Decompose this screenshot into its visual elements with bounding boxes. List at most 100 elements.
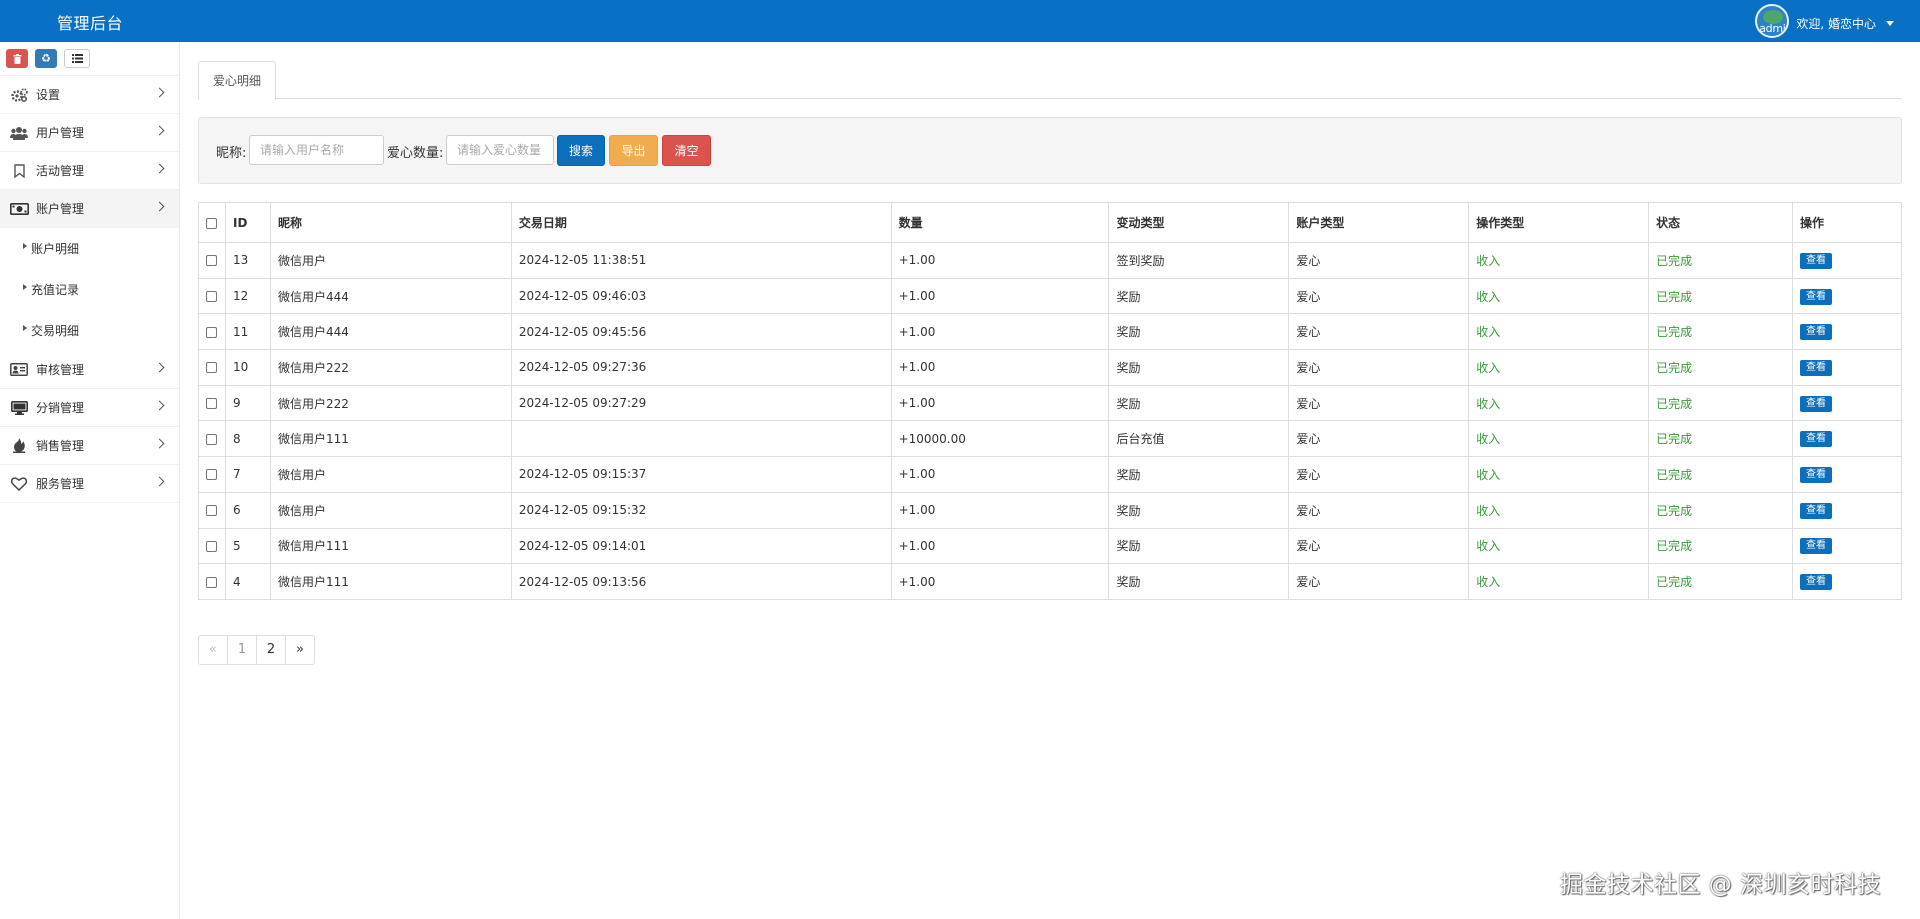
column-header-id[interactable]: ID <box>224 202 271 243</box>
table-row[interactable]: 13 微信用户 2024-12-05 11:38:51 +1.00 签到奖励 爱心 收入 已完… <box>198 242 1903 279</box>
table-header-row: ID 昵称 交易日期 数量 变动类型 账户类型 操作类型 状态 操作 <box>198 202 1903 243</box>
row-checkbox[interactable] <box>206 255 217 267</box>
pagination-page-2[interactable]: 2 <box>256 635 286 665</box>
pagination-next[interactable]: » <box>285 635 315 665</box>
row-checkbox[interactable] <box>206 398 217 410</box>
sidebar-item-label: 审核管理 <box>36 363 85 377</box>
cell-nickname: 微信用户222 <box>269 384 512 422</box>
cell-actions: 查看 <box>1791 527 1903 565</box>
chevron-down-icon[interactable] <box>1886 20 1894 26</box>
cell-status: 已完成 <box>1648 491 1793 529</box>
trash-button[interactable] <box>6 49 28 68</box>
view-button[interactable]: 查看 <box>1799 502 1832 519</box>
row-checkbox[interactable] <box>206 291 217 303</box>
cell-change-type: 奖励 <box>1108 277 1290 315</box>
table-row[interactable]: 4 微信用户111 2024-12-05 09:13:56 +1.00 奖励 爱心 收入 已完… <box>198 563 1903 600</box>
cell-date: 2024-12-05 09:27:36 <box>510 349 892 386</box>
row-checkbox[interactable] <box>206 576 217 588</box>
table-row[interactable]: 9 微信用户222 2024-12-05 09:27:29 +1.00 奖励 爱心 收入 已完… <box>198 384 1903 422</box>
table-row[interactable]: 8 微信用户111 +10000.00 后台充值 爱心 收入 已完成 查看 <box>198 420 1903 458</box>
nickname-input[interactable] <box>249 135 384 165</box>
view-button[interactable]: 查看 <box>1799 288 1832 305</box>
column-header-account-type[interactable]: 账户类型 <box>1288 202 1470 243</box>
view-button[interactable]: 查看 <box>1799 359 1832 376</box>
table-row[interactable]: 7 微信用户 2024-12-05 09:15:37 +1.00 奖励 爱心 收入 已完成 查看 <box>198 456 1903 493</box>
list-button[interactable] <box>64 49 90 68</box>
view-button[interactable]: 查看 <box>1799 466 1832 483</box>
sidebar-item-users[interactable]: 用户管理 <box>0 114 179 152</box>
column-header-status[interactable]: 状态 <box>1648 202 1793 243</box>
sidebar-item-activities[interactable]: 活动管理 <box>0 152 179 190</box>
view-button[interactable]: 查看 <box>1799 431 1832 448</box>
header-select-all <box>198 202 226 243</box>
sidebar-subitem-transaction-details[interactable]: 交易明细 <box>0 310 179 351</box>
cell-id: 4 <box>224 563 271 600</box>
users-icon <box>9 126 29 140</box>
column-header-change-type[interactable]: 变动类型 <box>1108 202 1290 243</box>
id-card-icon <box>9 363 29 376</box>
table-row[interactable]: 12 微信用户444 2024-12-05 09:46:03 +1.00 奖励 爱心 收入已… <box>198 277 1903 315</box>
view-button[interactable]: 查看 <box>1799 252 1832 269</box>
main-content: 爱心明细 昵称: 爱心数量: 搜索 导出 清空 ID 昵称 交易日期 数量 变动… <box>181 42 1920 919</box>
row-checkbox[interactable] <box>206 540 217 552</box>
cell-change-type: 奖励 <box>1108 491 1290 529</box>
cogs-icon <box>9 87 29 102</box>
avatar[interactable]: admi <box>1755 4 1790 38</box>
cell-actions: 查看 <box>1791 277 1903 315</box>
row-checkbox[interactable] <box>206 469 217 481</box>
sidebar-item-services[interactable]: 服务管理 <box>0 465 179 503</box>
row-checkbox[interactable] <box>206 433 217 445</box>
table-row[interactable]: 11 微信用户444 2024-12-05 09:45:56 +1.00 奖励 爱心 收入已… <box>198 313 1903 351</box>
cell-nickname: 微信用户 <box>269 242 512 279</box>
sidebar-item-distribution[interactable]: 分销管理 <box>0 389 179 427</box>
welcome-text[interactable]: 欢迎, 婚恋中心 <box>1796 15 1876 32</box>
view-button[interactable]: 查看 <box>1799 395 1832 412</box>
table-row[interactable]: 5 微信用户111 2024-12-05 09:14:01 +1.00 奖励 爱心 收入 已完… <box>198 527 1903 565</box>
app-title[interactable]: 管理后台 <box>57 10 123 34</box>
user-menu[interactable]: admi 欢迎, 婚恋中心 <box>1755 4 1894 38</box>
cell-operation-type: 收入 <box>1468 313 1650 351</box>
cell-date: 2024-12-05 09:13:56 <box>510 563 892 600</box>
view-button[interactable]: 查看 <box>1799 324 1832 341</box>
recycle-icon: ♻ <box>41 52 51 65</box>
pagination-page-1[interactable]: 1 <box>227 635 257 665</box>
row-checkbox[interactable] <box>206 505 217 517</box>
select-all-checkbox[interactable] <box>206 217 217 229</box>
table-row[interactable]: 6 微信用户 2024-12-05 09:15:32 +1.00 奖励 爱心 收入 已完成 查看 <box>198 491 1903 529</box>
export-button[interactable]: 导出 <box>609 135 658 166</box>
sidebar-item-settings[interactable]: 设置 <box>0 76 179 114</box>
view-button[interactable]: 查看 <box>1799 574 1832 591</box>
cell-select <box>198 456 226 493</box>
cell-operation-type: 收入 <box>1468 242 1650 279</box>
cell-actions: 查看 <box>1791 491 1903 529</box>
column-header-operation-type[interactable]: 操作类型 <box>1468 202 1650 243</box>
row-checkbox[interactable] <box>206 326 217 338</box>
column-header-nickname[interactable]: 昵称 <box>269 202 512 243</box>
tab-love-details[interactable]: 爱心明细 <box>198 61 277 100</box>
sidebar-item-review[interactable]: 审核管理 <box>0 351 179 389</box>
sidebar-subitem-account-details[interactable]: 账户明细 <box>0 228 179 269</box>
column-header-actions: 操作 <box>1791 202 1903 243</box>
cell-status: 已完成 <box>1648 349 1793 386</box>
column-header-date[interactable]: 交易日期 <box>510 202 892 243</box>
view-button[interactable]: 查看 <box>1799 538 1832 555</box>
recycle-button[interactable]: ♻ <box>35 49 57 68</box>
trash-icon <box>13 53 21 64</box>
cell-amount: +1.00 <box>890 349 1110 386</box>
top-navbar: 管理后台 admi 欢迎, 婚恋中心 <box>0 0 1920 42</box>
sidebar-item-accounts[interactable]: 账户管理 <box>0 190 179 228</box>
pagination-prev[interactable]: « <box>198 635 228 665</box>
cell-operation-type: 收入 <box>1468 491 1650 529</box>
caret-right-icon <box>23 284 27 290</box>
clear-button[interactable]: 清空 <box>662 135 711 166</box>
cell-actions: 查看 <box>1791 242 1903 279</box>
sidebar-item-sales[interactable]: 销售管理 <box>0 427 179 465</box>
column-header-amount[interactable]: 数量 <box>890 202 1110 243</box>
quantity-input[interactable] <box>446 135 554 165</box>
cell-select <box>198 242 226 279</box>
cell-id: 13 <box>224 242 271 279</box>
sidebar-subitem-recharge-records[interactable]: 充值记录 <box>0 269 179 310</box>
row-checkbox[interactable] <box>206 362 217 374</box>
search-button[interactable]: 搜索 <box>557 135 605 166</box>
table-row[interactable]: 10 微信用户222 2024-12-05 09:27:36 +1.00 奖励 爱心 收入已… <box>198 349 1903 386</box>
